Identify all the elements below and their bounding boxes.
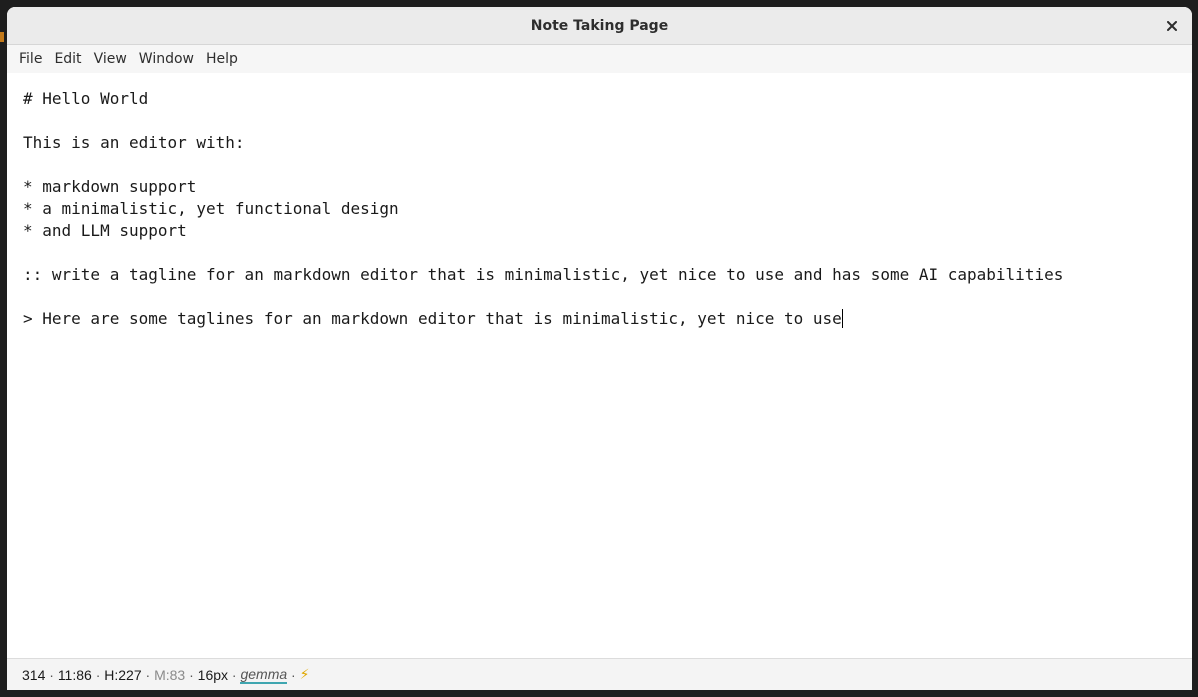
lightning-icon[interactable]: ⚡ xyxy=(300,666,310,683)
status-separator: · xyxy=(141,666,155,683)
editor-line: :: write a tagline for an markdown edito… xyxy=(23,265,1064,284)
status-separator: · xyxy=(45,666,58,683)
status-font-size[interactable]: 16px xyxy=(198,667,228,683)
background-window-edge xyxy=(0,32,4,42)
status-margin: M:83 xyxy=(154,666,186,683)
status-model-selector[interactable]: gemma xyxy=(240,666,288,684)
editor-line: * and LLM support xyxy=(23,221,187,240)
status-separator: · xyxy=(91,666,105,683)
menu-window[interactable]: Window xyxy=(133,51,200,67)
status-separator: · xyxy=(228,666,241,683)
text-cursor xyxy=(841,309,843,328)
editor-line: * markdown support xyxy=(23,177,197,196)
close-icon xyxy=(1167,21,1177,31)
menu-file[interactable]: File xyxy=(13,51,48,67)
status-separator: · xyxy=(287,666,300,683)
editor-line: * a minimalistic, yet functional design xyxy=(23,199,399,218)
status-separator: · xyxy=(185,666,198,683)
status-word-count: 314 xyxy=(22,666,46,683)
window-title: Note Taking Page xyxy=(530,17,669,34)
text-editor[interactable]: # Hello World This is an editor with: * … xyxy=(7,73,1192,658)
close-button[interactable] xyxy=(1162,16,1182,36)
editor-line: This is an editor with: xyxy=(23,133,245,152)
editor-line: # Hello World xyxy=(23,89,149,108)
menu-view[interactable]: View xyxy=(88,51,133,67)
status-bar: 314 · 11:86 · H:227 · M:83 · 16px · gemm… xyxy=(7,658,1192,690)
editor-line-text: > Here are some taglines for an markdown… xyxy=(23,309,842,328)
status-cursor-position: 11:86 xyxy=(57,666,92,683)
menu-edit[interactable]: Edit xyxy=(48,51,87,67)
status-headings: H:227 xyxy=(104,666,142,683)
editor-line-current: > Here are some taglines for an markdown… xyxy=(23,308,1192,330)
app-window: Note Taking Page File Edit View Window H… xyxy=(7,7,1192,690)
menu-bar: File Edit View Window Help xyxy=(7,45,1192,73)
menu-help[interactable]: Help xyxy=(200,51,244,67)
title-bar[interactable]: Note Taking Page xyxy=(7,7,1192,45)
